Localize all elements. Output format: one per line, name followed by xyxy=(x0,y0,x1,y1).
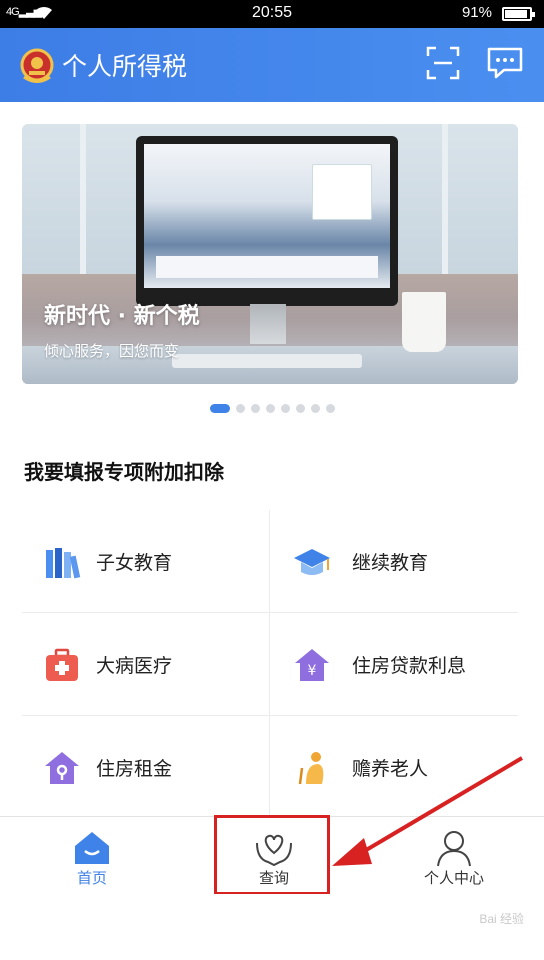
annotation-arrow-icon xyxy=(332,756,524,866)
carousel-dot[interactable] xyxy=(235,404,245,413)
deduction-label: 住房贷款利息 xyxy=(352,655,467,677)
banner-monitor-stand xyxy=(250,304,286,344)
books-icon xyxy=(46,548,81,579)
app-title: 个人所得税 xyxy=(62,52,188,81)
battery-icon xyxy=(502,7,535,21)
banner-service-row xyxy=(156,256,378,278)
carousel-dot[interactable] xyxy=(310,404,320,413)
svg-text:¥: ¥ xyxy=(308,663,317,679)
status-bar: 4G▂▃▅ 20:55 91% xyxy=(0,0,544,28)
deduction-item-children-education[interactable]: 子女教育 xyxy=(22,510,270,613)
message-icon[interactable] xyxy=(486,46,524,80)
annotation-highlight-box xyxy=(214,815,330,895)
app-screen: 4G▂▃▅ 20:55 91% 个人所得税 新时代 · 新个税 倾心服务，因您而… xyxy=(0,0,544,960)
banner-subtitle: 倾心服务，因您而变 xyxy=(44,342,180,360)
section-title: 我要填报专项附加扣除 xyxy=(24,460,224,484)
deduction-item-housing-loan-interest[interactable]: ¥ 住房贷款利息 xyxy=(270,613,518,716)
banner-monitor-screen xyxy=(144,144,390,288)
deduction-item-housing-rent[interactable]: 住房租金 xyxy=(22,716,270,819)
carousel-dot[interactable] xyxy=(265,404,275,413)
deduction-label: 子女教育 xyxy=(96,552,173,574)
deduction-item-serious-illness[interactable]: 大病医疗 xyxy=(22,613,270,716)
bottom-blank-area xyxy=(0,894,544,960)
app-header: 个人所得税 xyxy=(0,28,544,102)
banner-cup xyxy=(402,292,446,352)
banner-login-card xyxy=(312,164,372,220)
deduction-label: 继续教育 xyxy=(352,552,429,574)
graduation-cap-icon xyxy=(294,549,330,575)
carousel-dot[interactable] xyxy=(280,404,290,413)
battery-percent: 91% xyxy=(461,4,492,21)
carousel-dot[interactable] xyxy=(325,404,335,413)
carousel-dot[interactable] xyxy=(250,404,260,413)
deduction-item-continuing-education[interactable]: 继续教育 xyxy=(270,510,518,613)
carousel-dot[interactable] xyxy=(295,404,305,413)
tax-emblem-icon xyxy=(20,48,54,83)
tab-home[interactable]: 首页 xyxy=(32,817,152,895)
scan-icon[interactable] xyxy=(426,46,460,80)
carousel-dot[interactable] xyxy=(209,404,230,413)
watermark: Bai 经验 xyxy=(479,912,524,926)
home-icon xyxy=(75,832,109,864)
house-key-icon xyxy=(45,752,79,784)
tab-label: 首页 xyxy=(76,869,107,887)
house-yuan-icon: ¥ xyxy=(295,649,329,681)
banner-keyboard xyxy=(172,354,362,368)
medical-kit-icon xyxy=(46,648,78,681)
banner-title: 新时代 · 新个税 xyxy=(44,304,200,329)
deduction-label: 住房租金 xyxy=(96,758,173,780)
carousel-indicator[interactable] xyxy=(0,398,544,413)
banner-monitor-image xyxy=(136,136,398,306)
deduction-label: 大病医疗 xyxy=(96,655,173,677)
promo-banner[interactable]: 新时代 · 新个税 倾心服务，因您而变 xyxy=(22,124,518,384)
